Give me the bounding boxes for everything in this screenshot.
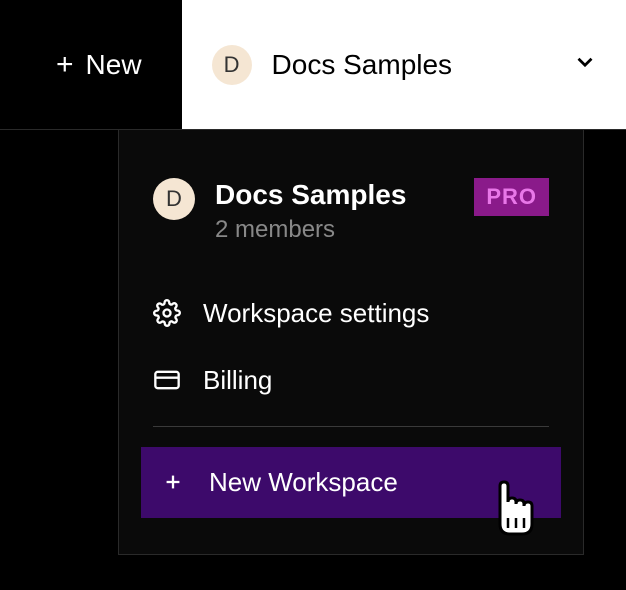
plus-icon	[159, 468, 187, 496]
plan-badge: PRO	[474, 178, 549, 216]
workspace-avatar: D	[212, 45, 252, 85]
menu-item-label: Workspace settings	[203, 298, 429, 329]
workspace-dropdown: D Docs Samples 2 members PRO Workspace s…	[118, 130, 584, 555]
workspace-selector[interactable]: D Docs Samples	[182, 0, 626, 129]
credit-card-icon	[153, 366, 181, 394]
new-workspace-button[interactable]: New Workspace	[141, 447, 561, 518]
workspace-header: D Docs Samples 2 members PRO	[141, 178, 561, 244]
menu-item-workspace-settings[interactable]: Workspace settings	[141, 280, 561, 347]
chevron-down-icon	[572, 49, 598, 80]
divider	[153, 426, 549, 427]
new-button-label: New	[86, 49, 142, 81]
workspace-info: Docs Samples 2 members	[215, 178, 454, 244]
workspace-avatar: D	[153, 178, 195, 220]
plus-icon: +	[56, 48, 74, 82]
gear-icon	[153, 299, 181, 327]
menu-item-label: Billing	[203, 365, 272, 396]
new-workspace-label: New Workspace	[209, 467, 398, 498]
workspace-selector-label: Docs Samples	[272, 49, 552, 81]
avatar-letter: D	[166, 186, 182, 212]
avatar-letter: D	[224, 52, 240, 78]
workspace-name: Docs Samples	[215, 178, 454, 212]
workspace-members: 2 members	[215, 216, 454, 244]
menu-item-billing[interactable]: Billing	[141, 347, 561, 414]
top-bar: + New D Docs Samples	[0, 0, 626, 130]
new-button[interactable]: + New	[0, 0, 172, 129]
